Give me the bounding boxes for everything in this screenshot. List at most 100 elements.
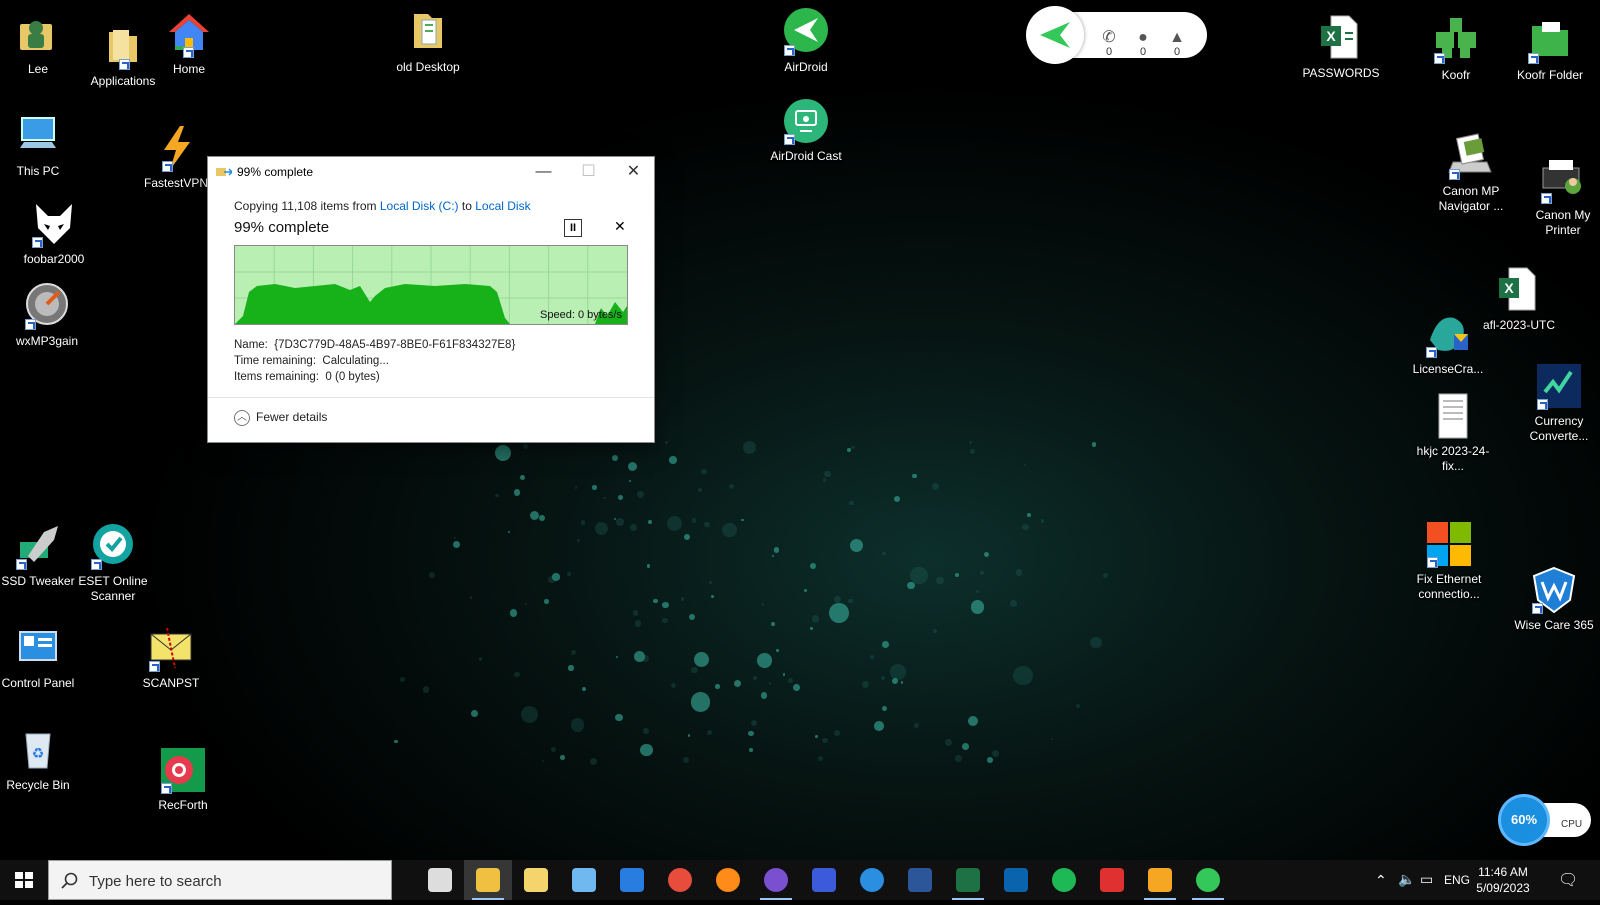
icon-label: wxMP3gain [15,334,79,348]
icon-airdroid[interactable]: AirDroid [763,8,849,75]
close-button[interactable]: ✕ [611,157,656,187]
particle [1023,463,1026,466]
airdroid-widget-button[interactable] [1026,6,1084,64]
start-button[interactable] [0,860,48,900]
volume-icon[interactable]: 🔈 [1398,871,1415,888]
icon-scanpst[interactable]: SCANPST [128,624,214,691]
icon-ssd-tweaker[interactable]: SSD Tweaker [0,522,81,589]
icon-koofr-folder[interactable]: Koofr Folder [1507,16,1593,83]
particle [634,620,642,627]
taskbar-clock[interactable]: 11:46 AM 5/09/2023 [1468,864,1538,896]
taskbar-viber[interactable] [752,860,800,900]
particle [822,478,827,482]
airdroid-calls[interactable]: ✆ 0 [1097,30,1121,59]
particle [495,493,499,498]
icon-airdroid-cast[interactable]: AirDroid Cast [763,97,849,164]
app-m-icon [812,868,836,892]
fewer-details-button[interactable]: ︿ Fewer details [234,410,327,426]
particle [729,483,735,489]
copy-files-icon [216,168,232,176]
copy-progress-dialog[interactable]: 99% complete — ☐ ✕ Copying 11,108 items … [208,157,654,442]
icon-passwords[interactable]: X PASSWORDS [1298,14,1384,81]
taskbar-file-explorer[interactable] [464,860,512,900]
taskbar-task-view[interactable] [416,860,464,900]
icon-label: ESET Online Scanner [78,574,148,603]
particle [652,598,658,604]
language-indicator[interactable]: ENG [1444,873,1470,887]
shortcut-arrow-icon [25,319,36,330]
taskbar-fastestvpn[interactable] [1136,860,1184,900]
icon-lee[interactable]: Lee [0,10,81,77]
icon-fix-ethernet[interactable]: Fix Ethernet connectio... [1406,520,1492,602]
printer-icon [1539,156,1587,204]
taskbar-app-updown[interactable] [1088,860,1136,900]
particle [688,613,695,620]
taskbar-spotify[interactable] [1040,860,1088,900]
icon-this-pc[interactable]: This PC [0,112,81,179]
taskbar-firefox[interactable] [704,860,752,900]
icon-recforth[interactable]: RecForth [140,746,226,813]
icon-hkjc[interactable]: hkjc 2023-24-fix... [1410,392,1496,474]
particle [576,538,581,543]
particle [811,615,820,623]
taskbar-chrome[interactable] [656,860,704,900]
taskbar-ccleaner[interactable] [848,860,896,900]
airdroid-notifications[interactable]: ▲ 0 [1165,30,1189,59]
icon-wise-care-365[interactable]: Wise Care 365 [1511,566,1597,633]
taskbar-excel[interactable] [944,860,992,900]
particle [776,648,780,652]
taskbar-airdroid[interactable] [1184,860,1232,900]
particle [422,686,430,693]
particle [694,651,710,667]
cpu-monitor-widget[interactable]: 60% CPU [1501,797,1593,843]
dialog-titlebar[interactable]: 99% complete — ☐ ✕ [208,157,654,187]
particle [594,522,608,536]
particle [627,461,638,472]
taskbar-outlook[interactable] [992,860,1040,900]
particle [748,730,754,736]
notifications-icon[interactable]: 🗨 [1558,870,1578,890]
particle [980,571,984,576]
icon-licensecrawler[interactable]: LicenseCra... [1405,310,1491,377]
icon-eset-online-scanner[interactable]: ESET Online Scanner [70,522,156,604]
percent-complete: 99% complete [234,219,330,236]
icon-control-panel[interactable]: Control Panel [0,624,81,691]
icon-recycle-bin[interactable]: ♻ Recycle Bin [0,726,81,793]
particle [761,692,768,699]
taskbar-word[interactable] [896,860,944,900]
taskbar-microsoft-store[interactable] [608,860,656,900]
particle [911,473,917,479]
pause-button[interactable]: II [564,219,582,237]
particle [453,540,461,548]
show-hidden-icons-chevron[interactable]: ⌃ [1375,872,1387,889]
icon-canon-my-printer[interactable]: Canon My Printer [1520,156,1600,238]
particle [793,684,801,692]
icon-label: hkjc 2023-24-fix... [1416,444,1490,473]
particle [882,552,886,556]
taskbar-search-box[interactable]: Type here to search [48,860,392,900]
particle [880,676,885,681]
destination-link[interactable]: Local Disk [475,199,530,213]
cancel-copy-button[interactable]: ✕ [614,218,626,235]
taskbar-app-m[interactable] [800,860,848,900]
taskbar-sticky-notes[interactable] [512,860,560,900]
icon-foobar2000[interactable]: foobar2000 [11,200,97,267]
icon-old-desktop[interactable]: old Desktop [385,8,471,75]
network-icon[interactable]: ▭ [1420,871,1433,888]
minimize-button[interactable]: — [521,157,566,187]
taskbar-paint-3d[interactable] [560,860,608,900]
icon-label: Home [172,62,205,76]
particle [848,598,853,604]
icon-fastestvpn[interactable]: FastestVPN [133,124,219,191]
icon-wxmp3gain[interactable]: wxMP3gain [4,282,90,349]
icon-koofr[interactable]: Koofr [1413,16,1499,83]
icon-canon-mp-navigator[interactable]: Canon MP Navigator ... [1428,132,1514,214]
icon-currency-converter[interactable]: Currency Converte... [1516,362,1600,444]
ccleaner-icon [860,868,884,892]
airdroid-messages[interactable]: ● 0 [1131,30,1155,59]
shortcut-arrow-icon [149,661,160,672]
icon-home[interactable]: Home [146,10,232,77]
icon-label: Lee [27,62,49,76]
icon-label: This PC [16,164,60,178]
source-link[interactable]: Local Disk (C:) [380,199,459,213]
